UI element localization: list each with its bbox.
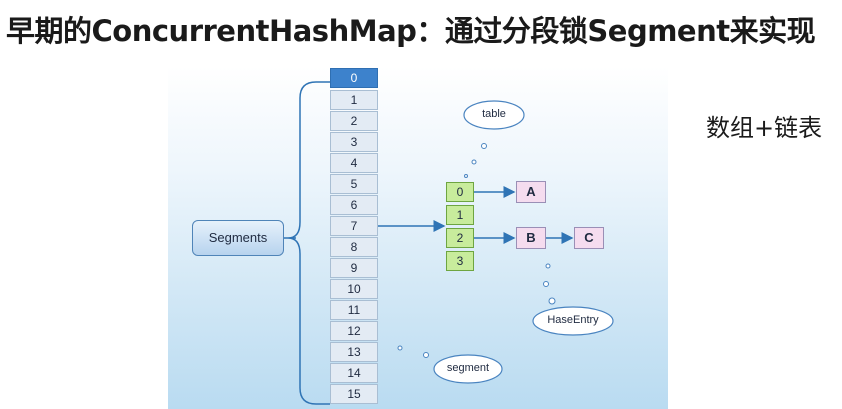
segment-cell: 2	[330, 111, 378, 131]
segment-cell: 13	[330, 342, 378, 362]
segments-box: Segments	[192, 220, 284, 256]
segment-cell: 3	[330, 132, 378, 152]
segment-cell: 5	[330, 174, 378, 194]
table-cell: 1	[446, 205, 474, 225]
entry-node-a: A	[516, 181, 546, 203]
segments-bracket	[284, 81, 317, 405]
table-callout-label: table	[482, 108, 506, 120]
segment-cell: 11	[330, 300, 378, 320]
segment-cell: 8	[330, 237, 378, 257]
segment-callout-label: segment	[446, 362, 490, 374]
diagram-panel: Segments 0 1 2 3 4 5 6 7 8 9 10 11 12 13…	[168, 66, 668, 409]
side-note: 数组+链表	[706, 114, 823, 142]
entry-node-c: C	[574, 227, 604, 249]
segment-cell: 1	[330, 90, 378, 110]
segment-cell: 12	[330, 321, 378, 341]
segment-cell: 9	[330, 258, 378, 278]
slide-title: 早期的ConcurrentHashMap：通过分段锁Segment来实现	[6, 14, 816, 48]
segment-cell: 4	[330, 153, 378, 173]
entry-node-b: B	[516, 227, 546, 249]
segment-cell: 15	[330, 384, 378, 404]
segment-cell: 6	[330, 195, 378, 215]
segment-cell: 0	[330, 68, 378, 88]
table-cell: 0	[446, 182, 474, 202]
segment-cell: 14	[330, 363, 378, 383]
segment-cell: 7	[330, 216, 378, 236]
segment-cell: 10	[330, 279, 378, 299]
table-cell: 3	[446, 251, 474, 271]
hash-entry-callout-label: HaseEntry	[547, 314, 599, 326]
table-cell: 2	[446, 228, 474, 248]
